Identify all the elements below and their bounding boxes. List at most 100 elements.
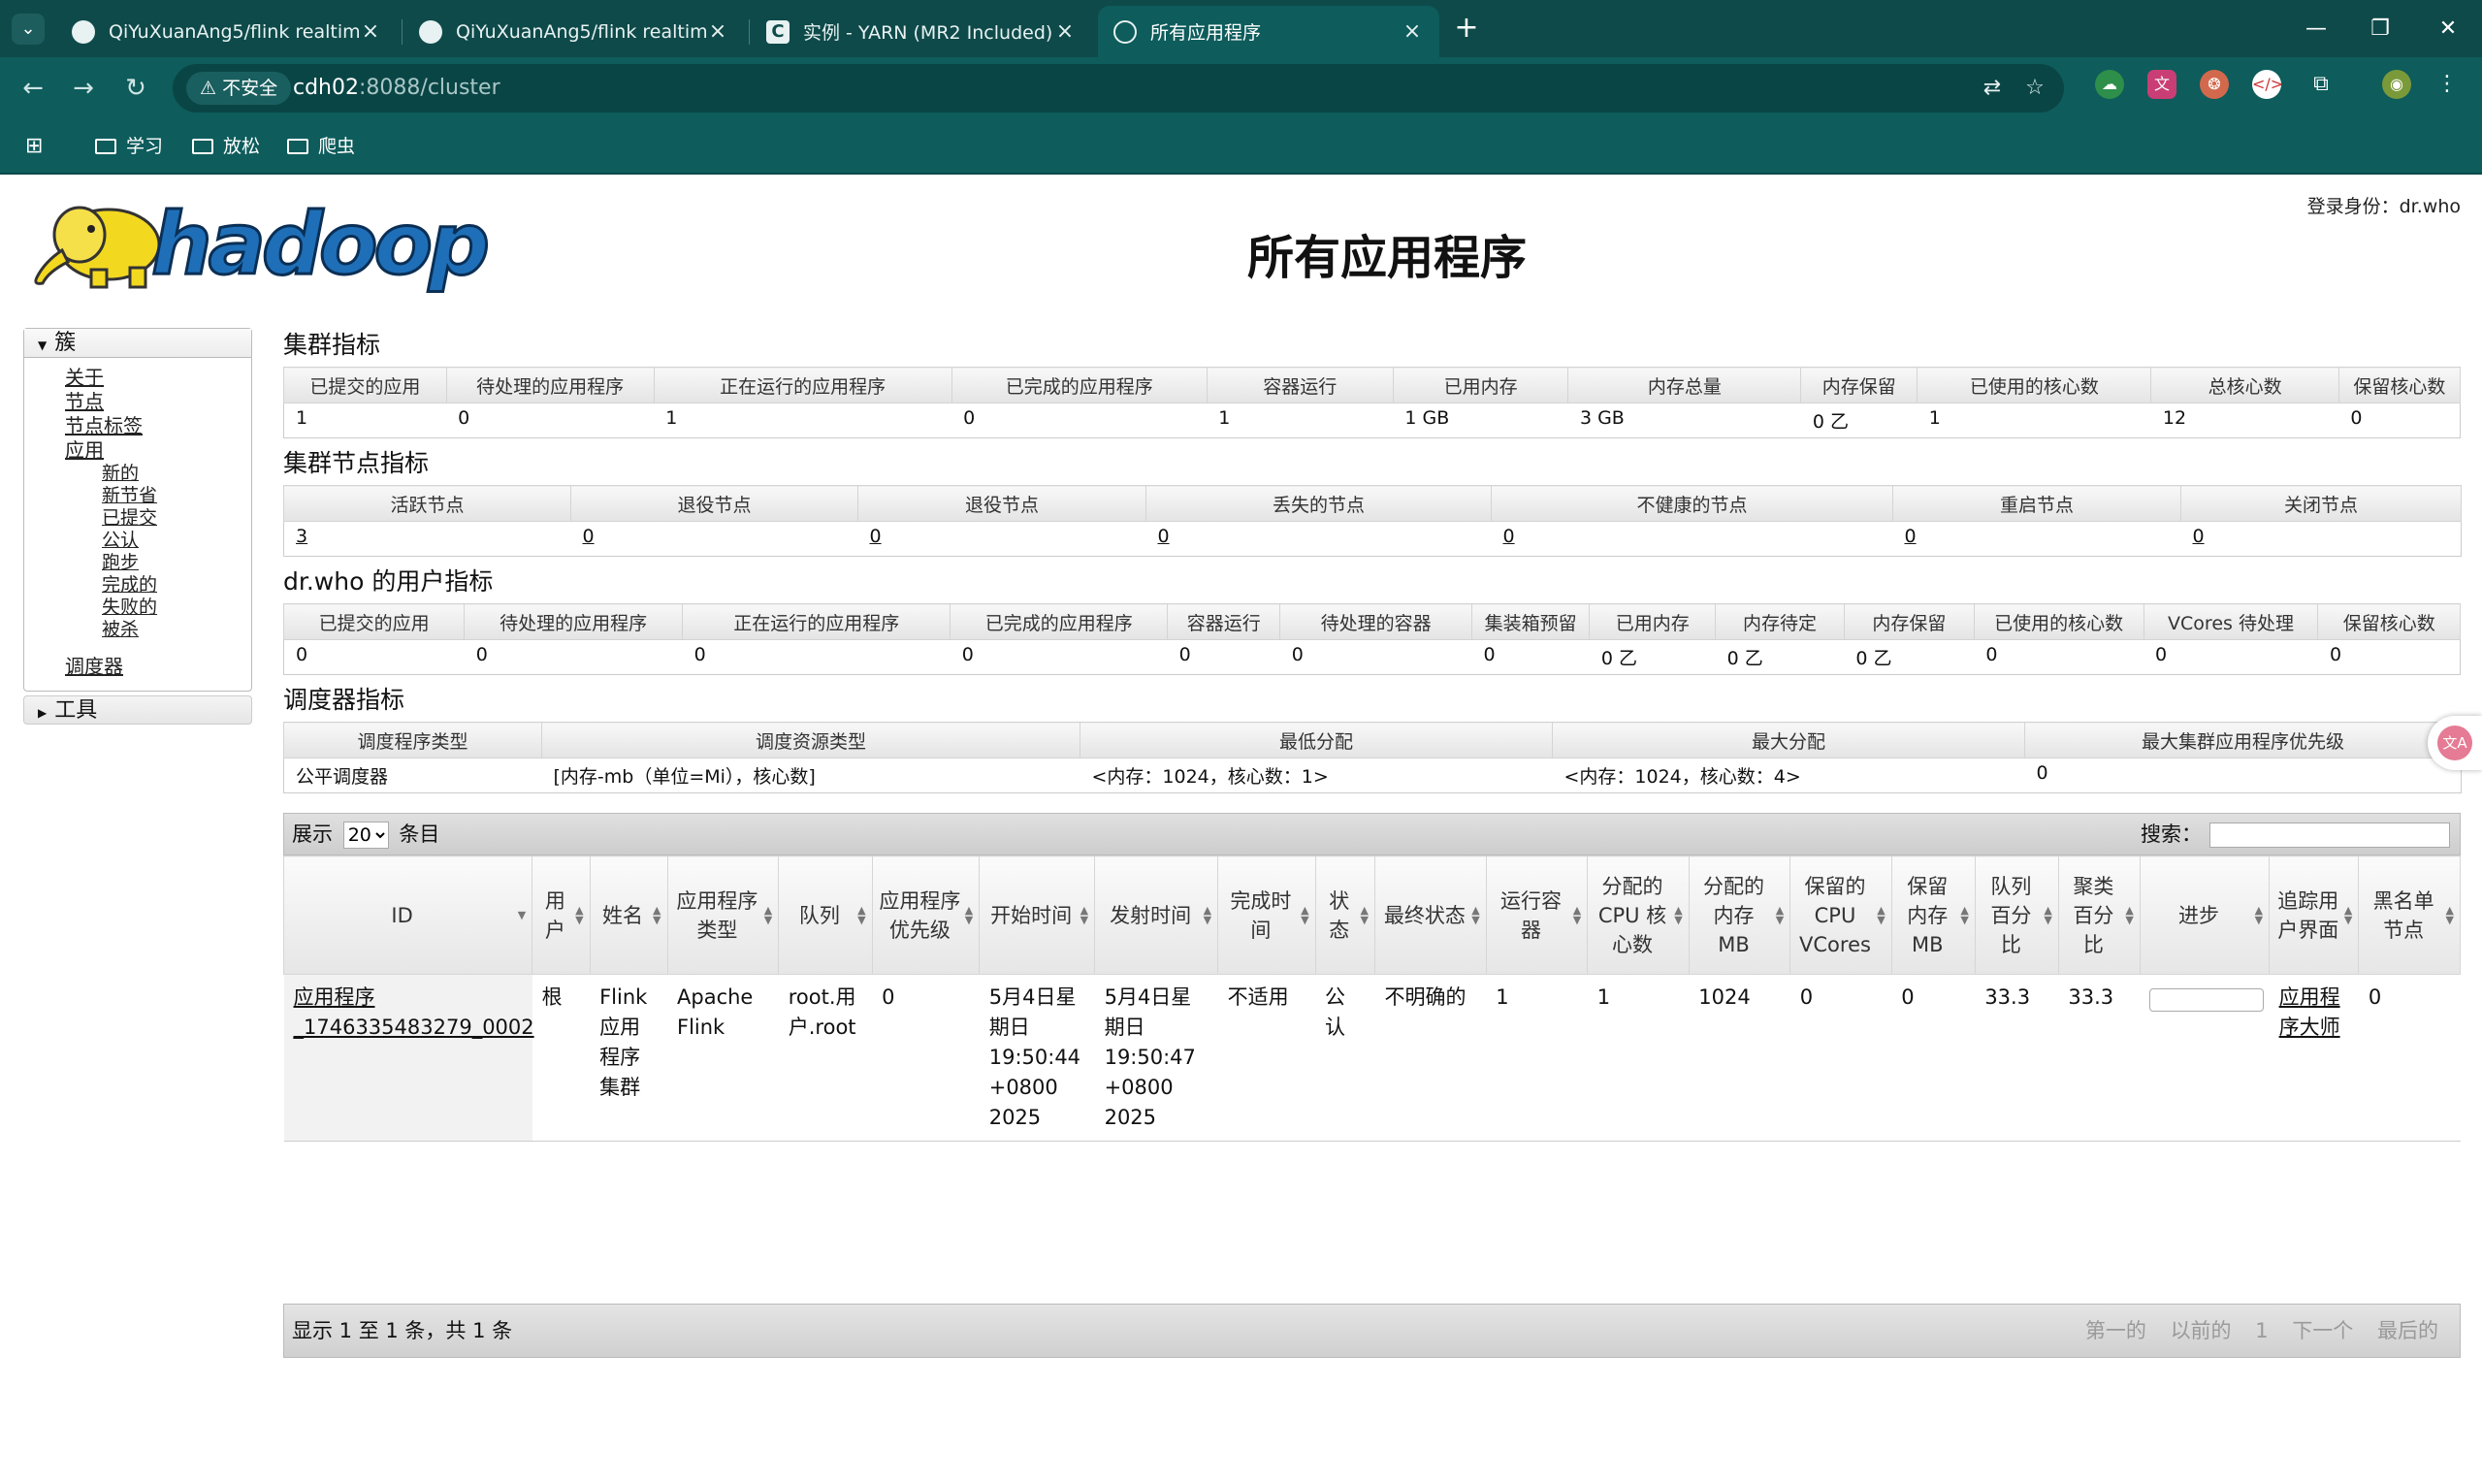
pager-previous[interactable]: 以前的 (2171, 1319, 2232, 1342)
column-header[interactable]: 运行容器 ▲ ▼ (1485, 855, 1589, 975)
column-header[interactable]: 最终状态 ▲ ▼ (1374, 855, 1487, 975)
search-label: 搜索： (2141, 823, 2202, 846)
forward-button[interactable]: → (64, 69, 103, 108)
profile-avatar[interactable]: ◉ (2382, 70, 2411, 99)
app-state-running[interactable]: 跑步 (102, 552, 251, 574)
extension-balloon-icon[interactable]: ❂ (2200, 70, 2229, 99)
tab-all-applications[interactable]: 所有应用程序 × (1098, 6, 1439, 57)
app-state-new-saving[interactable]: 新节省 (102, 485, 251, 507)
back-button[interactable]: ← (14, 69, 52, 108)
column-header[interactable]: 进步 ▲ ▼ (2139, 855, 2271, 975)
app-state-finished[interactable]: 完成的 (102, 574, 251, 597)
bookmark-folder-relax[interactable]: 放松 (192, 132, 260, 161)
bookmark-folder-crawler[interactable]: 爬虫 (287, 132, 355, 161)
sidebar-link-about[interactable]: 关于 (65, 366, 251, 390)
extension-cloud-icon[interactable]: ☁ (2095, 70, 2124, 99)
sort-desc-icon: ▼ (517, 908, 527, 921)
tools-panel-header[interactable]: ▶ 工具 (23, 695, 252, 725)
star-icon[interactable]: ☆ (2019, 73, 2050, 104)
scheduler-metrics-table: 调度程序类型 调度资源类型 最低分配 最大分配 最大集群应用程序优先级 公平调度器 [内存-… (283, 722, 2462, 793)
extension-devtools-icon[interactable]: </> (2252, 70, 2283, 99)
column-header[interactable]: 应用程序优先级 ▲ ▼ (871, 855, 981, 975)
page-size-select[interactable]: 20 (342, 822, 389, 849)
sidebar-link-applications[interactable]: 应用 (65, 438, 251, 463)
metric-link[interactable]: 0 (2193, 526, 2205, 547)
application-id-link[interactable]: 应用程序_1746335483279_0002 (294, 985, 534, 1039)
tab-yarn-instances[interactable]: C 实例 - YARN (MR2 Included) × (751, 6, 1092, 57)
close-icon[interactable]: × (706, 19, 729, 44)
table-cell: 5月4日星期日 19:50:44 +0800 2025 (979, 974, 1095, 1142)
new-tab-button[interactable]: + (1449, 12, 1484, 47)
translate-icon[interactable]: ⇄ (1977, 73, 2008, 104)
column-header[interactable]: 队列 ▲ ▼ (778, 855, 873, 975)
security-chip[interactable]: ⚠ 不安全 (186, 72, 292, 105)
restore-button[interactable]: ❐ (2351, 10, 2409, 48)
apps-grid-icon[interactable]: ⊞ (25, 132, 43, 161)
column-header[interactable]: 分配的内存 MB ▲ ▼ (1688, 855, 1791, 975)
extensions-puzzle-icon[interactable]: ⧉ (2306, 70, 2336, 99)
column-header[interactable]: 保留内存 MB ▲ ▼ (1890, 855, 1976, 975)
column-header[interactable]: 分配的 CPU 核心数 ▲ ▼ (1587, 855, 1690, 975)
sidebar-link-scheduler[interactable]: 调度器 (65, 655, 251, 679)
metric-link[interactable]: 3 (296, 526, 307, 547)
menu-icon[interactable]: ⋮ (2433, 70, 2462, 99)
app-state-submitted[interactable]: 已提交 (102, 507, 251, 530)
metric-value: 0 (2317, 639, 2461, 675)
tracking-ui-link[interactable]: 应用程序大师 (2279, 985, 2340, 1039)
column-header[interactable]: 状态 ▲ ▼ (1314, 855, 1376, 975)
column-header[interactable]: 完成时间 ▲ ▼ (1217, 855, 1316, 975)
extension-translate-icon[interactable]: 文 (2147, 70, 2176, 99)
bookmark-folder-study[interactable]: 学习 (95, 132, 163, 161)
cluster-panel-header[interactable]: ▼ 簇 (24, 329, 251, 358)
metric-link[interactable]: 0 (870, 526, 882, 547)
address-bar[interactable]: ⚠ 不安全 cdh02:8088/cluster ⇄ ☆ (173, 64, 2064, 113)
column-header[interactable]: 队列百分比 ▲ ▼ (1974, 855, 2059, 975)
metric-link[interactable]: 0 (1158, 526, 1170, 547)
metric-link[interactable]: 0 (583, 526, 595, 547)
user-metrics-title: dr.who 的用户指标 (283, 567, 494, 596)
tab-github-1[interactable]: QiYuXuanAng5/flink realtime × (56, 6, 398, 57)
floating-translate-button[interactable]: 文A (2428, 716, 2482, 770)
close-icon[interactable]: × (359, 19, 382, 44)
metric-header: 正在运行的应用程序 (682, 603, 951, 640)
search-input[interactable] (2209, 823, 2450, 848)
tab-github-2[interactable]: QiYuXuanAng5/flink realtime × (403, 6, 745, 57)
column-header[interactable]: 追踪用户界面 ▲ ▼ (2269, 855, 2360, 975)
metric-link[interactable]: 0 (1905, 526, 1917, 547)
app-state-killed[interactable]: 被杀 (102, 619, 251, 641)
close-icon[interactable]: × (1401, 19, 1424, 44)
close-window-button[interactable]: ✕ (2419, 10, 2477, 48)
metric-header: 退役节点 (570, 485, 858, 522)
close-icon[interactable]: × (1053, 19, 1077, 44)
minimize-button[interactable]: — (2287, 10, 2345, 48)
column-header[interactable]: 应用程序类型 ▲ ▼ (666, 855, 780, 975)
column-header[interactable]: 聚类百分比 ▲ ▼ (2057, 855, 2141, 975)
reload-button[interactable]: ↻ (116, 69, 155, 108)
column-header[interactable]: 姓名 ▲ ▼ (589, 855, 668, 975)
column-header[interactable]: ID ▼ (282, 855, 533, 975)
sort-icon: ▲ ▼ (653, 903, 661, 926)
column-header[interactable]: 用户 ▲ ▼ (532, 855, 591, 975)
column-header[interactable]: 保留的 CPU VCores ▲ ▼ (1789, 855, 1892, 975)
pager-first[interactable]: 第一的 (2085, 1319, 2146, 1342)
app-state-new[interactable]: 新的 (102, 463, 251, 485)
table-cell: Flink 应用程序集群 (590, 974, 667, 1142)
pager-page-1[interactable]: 1 (2255, 1319, 2268, 1342)
entries-info: 显示 1 至 1 条，共 1 条 (292, 1319, 513, 1342)
pager-next[interactable]: 下一个 (2292, 1319, 2353, 1342)
metric-value: 1 (283, 403, 447, 438)
metric-header: 最低分配 (1080, 722, 1553, 758)
pager-last[interactable]: 最后的 (2377, 1319, 2438, 1342)
column-header[interactable]: 黑名单节点 ▲ ▼ (2358, 855, 2461, 975)
app-state-accepted[interactable]: 公认 (102, 530, 251, 552)
column-header[interactable]: 开始时间 ▲ ▼ (979, 855, 1096, 975)
sidebar-link-nodes[interactable]: 节点 (65, 390, 251, 414)
metric-link[interactable]: 0 (1503, 526, 1515, 547)
column-header[interactable]: 发射时间 ▲ ▼ (1094, 855, 1219, 975)
sidebar-link-node-labels[interactable]: 节点标签 (65, 414, 251, 438)
tab-search-button[interactable]: ⌄ (12, 14, 45, 45)
app-state-failed[interactable]: 失败的 (102, 597, 251, 619)
metric-value: [内存-mb（单位=Mi），核心数] (541, 758, 1080, 793)
table-cell: 0 (2358, 974, 2461, 1142)
pagination: 第一的 以前的 1 下一个 最后的 (2068, 1305, 2438, 1357)
